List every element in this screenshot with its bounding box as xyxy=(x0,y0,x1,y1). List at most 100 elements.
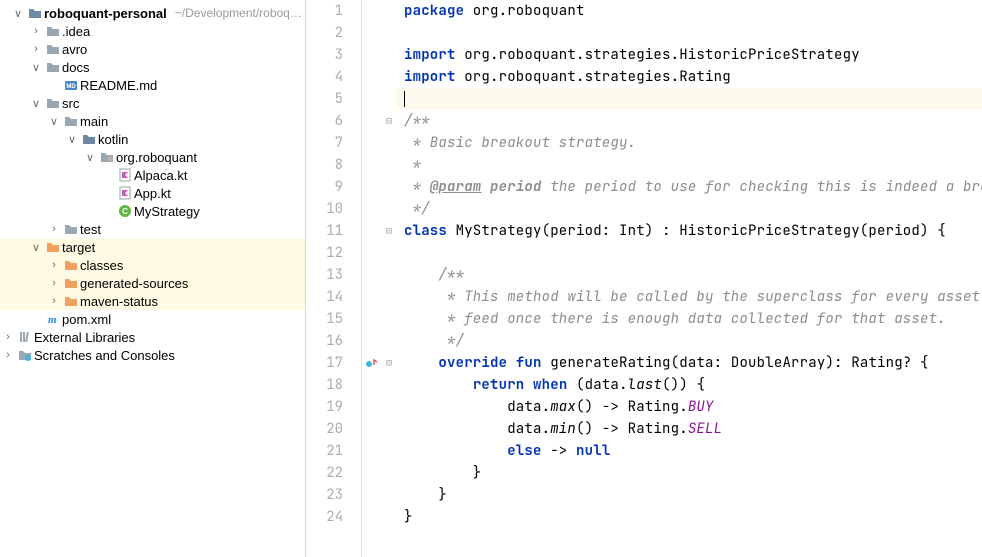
line-number[interactable]: 5 xyxy=(320,88,343,110)
tree-item-label: test xyxy=(80,222,101,237)
fold-toggle-icon[interactable]: ⊟ xyxy=(382,110,396,132)
tree-item-readme[interactable]: MD README.md xyxy=(0,76,305,94)
line-number[interactable]: 3 xyxy=(320,44,343,66)
tree-item-label: generated-sources xyxy=(80,276,188,291)
line-number[interactable]: 15 xyxy=(320,308,343,330)
line-number[interactable]: 14 xyxy=(320,286,343,308)
line-number[interactable]: 10 xyxy=(320,198,343,220)
folder-icon xyxy=(44,42,62,56)
code-editor[interactable]: 1 2 3 4 5 6 7 8 9 10 11 12 13 14 15 16 1… xyxy=(306,0,982,557)
folder-icon xyxy=(44,96,62,110)
line-number[interactable]: 12 xyxy=(320,242,343,264)
chevron-right-icon[interactable]: › xyxy=(0,331,16,343)
tree-item-label: .idea xyxy=(62,24,90,39)
folder-icon xyxy=(44,24,62,38)
tree-item-avro[interactable]: › avro xyxy=(0,40,305,58)
tree-item-src[interactable]: ∨ src xyxy=(0,94,305,112)
excluded-folder-icon xyxy=(62,258,80,272)
chevron-down-icon[interactable]: ∨ xyxy=(28,61,44,74)
line-number[interactable]: 20 xyxy=(320,418,343,440)
kotlin-file-icon xyxy=(116,186,134,200)
line-number[interactable]: 1 xyxy=(320,0,343,22)
chevron-down-icon[interactable]: ∨ xyxy=(64,133,80,146)
folder-icon xyxy=(26,6,44,20)
line-number[interactable]: 6 xyxy=(320,110,343,132)
line-number[interactable]: 13 xyxy=(320,264,343,286)
tree-item-label: main xyxy=(80,114,108,129)
tree-item-label: maven-status xyxy=(80,294,158,309)
tree-item-label: Alpaca.kt xyxy=(134,168,187,183)
chevron-down-icon[interactable]: ∨ xyxy=(46,115,62,128)
line-number[interactable]: 9 xyxy=(320,176,343,198)
tree-item-scratches[interactable]: › Scratches and Consoles xyxy=(0,346,305,364)
tree-item-classes[interactable]: › classes xyxy=(0,256,305,274)
chevron-right-icon[interactable]: › xyxy=(46,295,62,307)
svg-text:C: C xyxy=(122,207,128,216)
fold-toggle-icon[interactable]: ⊟ xyxy=(382,220,396,242)
excluded-folder-icon xyxy=(62,276,80,290)
scratches-icon xyxy=(16,348,34,362)
tree-item-mystrategy[interactable]: C MyStrategy xyxy=(0,202,305,220)
line-number[interactable]: 18 xyxy=(320,374,343,396)
chevron-right-icon[interactable]: › xyxy=(0,349,16,361)
tree-item-target[interactable]: ∨ target xyxy=(0,238,305,256)
markdown-file-icon: MD xyxy=(62,78,80,92)
line-number[interactable]: 16 xyxy=(320,330,343,352)
line-number[interactable]: 23 xyxy=(320,484,343,506)
line-number-gutter: 1 2 3 4 5 6 7 8 9 10 11 12 13 14 15 16 1… xyxy=(306,0,362,557)
tree-item-label: External Libraries xyxy=(34,330,135,345)
project-tree: ∨ roboquant-personal ~/Development/roboq… xyxy=(0,0,305,364)
line-number[interactable]: 8 xyxy=(320,154,343,176)
chevron-right-icon[interactable]: › xyxy=(28,25,44,37)
tree-item-label: org.roboquant xyxy=(116,150,197,165)
tree-item-main[interactable]: ∨ main xyxy=(0,112,305,130)
chevron-right-icon[interactable]: › xyxy=(46,277,62,289)
chevron-down-icon[interactable]: ∨ xyxy=(28,97,44,110)
tree-item-package[interactable]: ∨ org.roboquant xyxy=(0,148,305,166)
tree-item-idea[interactable]: › .idea xyxy=(0,22,305,40)
tree-item-label: classes xyxy=(80,258,123,273)
chevron-down-icon[interactable]: ∨ xyxy=(82,151,98,164)
gutter-annotations xyxy=(362,0,382,557)
line-number[interactable]: 7 xyxy=(320,132,343,154)
tree-item-mavenstatus[interactable]: › maven-status xyxy=(0,292,305,310)
chevron-right-icon[interactable]: › xyxy=(46,223,62,235)
line-number[interactable]: 11 xyxy=(320,220,343,242)
kotlin-class-icon: C xyxy=(116,204,134,218)
line-number[interactable]: 4 xyxy=(320,66,343,88)
tree-item-label: pom.xml xyxy=(62,312,111,327)
tree-item-label: src xyxy=(62,96,79,111)
tree-item-pom[interactable]: m pom.xml xyxy=(0,310,305,328)
chevron-right-icon[interactable]: › xyxy=(46,259,62,271)
tree-item-app[interactable]: App.kt xyxy=(0,184,305,202)
line-number[interactable]: 2 xyxy=(320,22,343,44)
maven-file-icon: m xyxy=(44,312,62,326)
line-number[interactable]: 22 xyxy=(320,462,343,484)
libraries-icon xyxy=(16,330,34,344)
tree-item-alpaca[interactable]: Alpaca.kt xyxy=(0,166,305,184)
line-number[interactable]: 24 xyxy=(320,506,343,528)
line-number[interactable]: 21 xyxy=(320,440,343,462)
tree-item-label: MyStrategy xyxy=(134,204,200,219)
override-indicator-icon[interactable] xyxy=(362,352,382,374)
tree-item-root[interactable]: ∨ roboquant-personal ~/Development/roboq… xyxy=(0,4,305,22)
tree-item-label: docs xyxy=(62,60,89,75)
chevron-down-icon[interactable]: ∨ xyxy=(28,241,44,254)
line-number[interactable]: 19 xyxy=(320,396,343,418)
folder-icon xyxy=(62,222,80,236)
tree-item-extlibs[interactable]: › External Libraries xyxy=(0,328,305,346)
tree-item-test[interactable]: › test xyxy=(0,220,305,238)
tree-item-label: avro xyxy=(62,42,87,57)
chevron-down-icon[interactable]: ∨ xyxy=(10,7,26,20)
tree-item-label: Scratches and Consoles xyxy=(34,348,175,363)
tree-item-docs[interactable]: ∨ docs xyxy=(0,58,305,76)
line-number[interactable]: 17 xyxy=(320,352,343,374)
chevron-right-icon[interactable]: › xyxy=(28,43,44,55)
fold-toggle-icon[interactable]: ⊟ xyxy=(382,352,396,374)
kotlin-file-icon xyxy=(116,168,134,182)
code-area[interactable]: package org.roboquant import org.roboqua… xyxy=(396,0,982,557)
tree-item-label: target xyxy=(62,240,95,255)
tree-item-gensources[interactable]: › generated-sources xyxy=(0,274,305,292)
current-line xyxy=(396,88,982,110)
tree-item-kotlin[interactable]: ∨ kotlin xyxy=(0,130,305,148)
